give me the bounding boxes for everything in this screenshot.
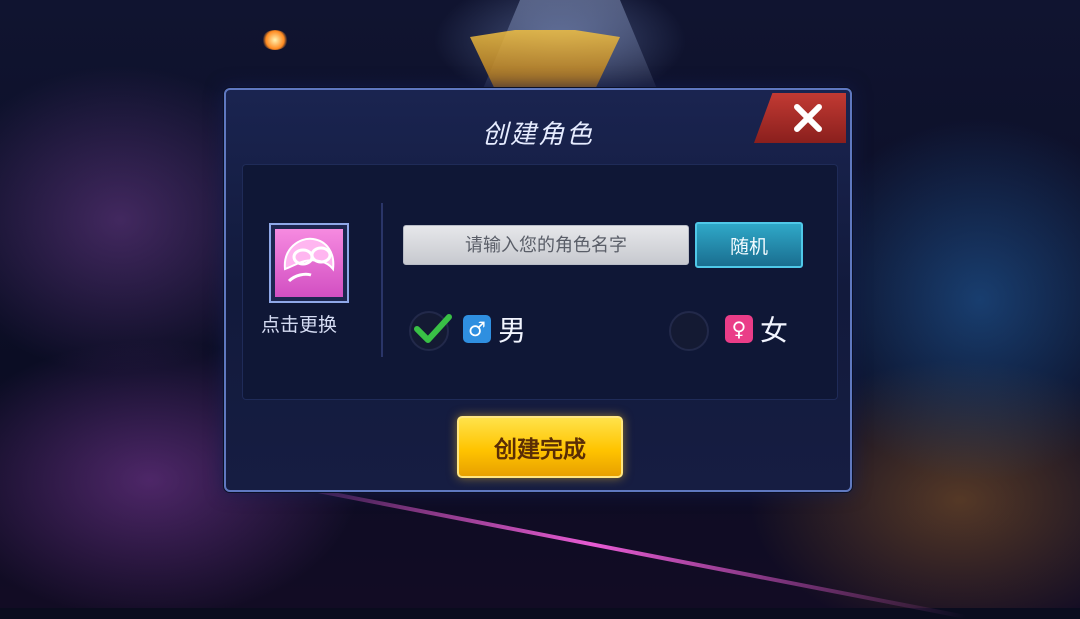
vertical-divider (381, 203, 383, 357)
male-radio[interactable] (409, 311, 452, 351)
avatar-selector[interactable] (269, 223, 349, 303)
avatar (275, 229, 343, 297)
male-label[interactable]: 男 (498, 309, 526, 349)
female-radio[interactable] (669, 311, 709, 351)
create-character-dialog: 创建角色 点击更换 随机 ♂ (224, 88, 852, 492)
goggles-hair-icon (283, 237, 335, 283)
create-complete-button[interactable]: 创建完成 (457, 416, 623, 478)
random-name-button[interactable]: 随机 (695, 222, 803, 268)
muzzle-flash (262, 30, 288, 50)
male-symbol-icon: ♂ (463, 315, 491, 343)
female-symbol-icon: ♀ (725, 315, 753, 343)
change-avatar-link[interactable]: 点击更换 (261, 310, 361, 337)
laser-streak (219, 470, 967, 619)
dialog-title: 创建角色 (481, 120, 594, 150)
close-button[interactable] (754, 93, 846, 143)
check-icon (414, 314, 452, 343)
character-form-panel: 点击更换 随机 ♂ 男 ♀ 女 (242, 164, 838, 400)
female-label[interactable]: 女 (760, 309, 788, 349)
character-name-input[interactable] (403, 225, 689, 265)
close-icon (794, 104, 822, 132)
